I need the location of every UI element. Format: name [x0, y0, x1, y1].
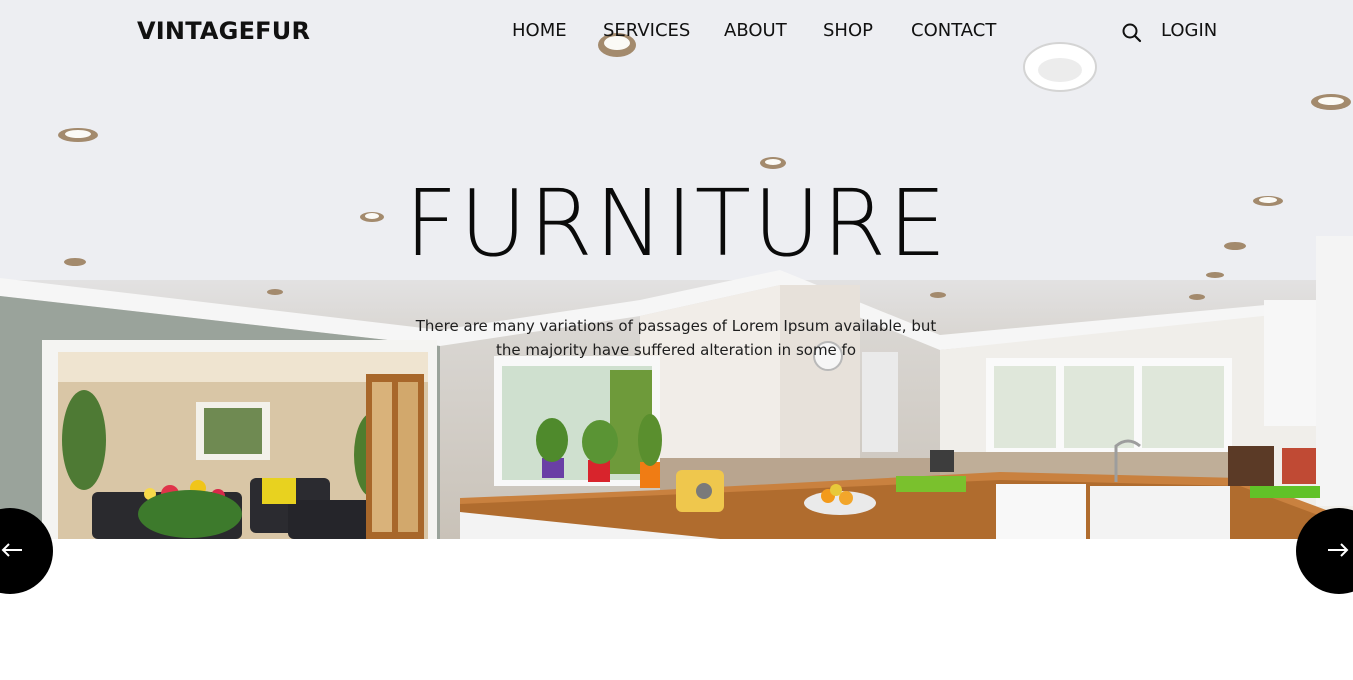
hero-title: FURNITURE: [404, 170, 949, 277]
nav-item-about[interactable]: ABOUT: [724, 20, 787, 41]
nav-item-contact[interactable]: CONTACT: [911, 20, 996, 41]
nav-item-services[interactable]: SERVICES: [603, 20, 690, 41]
arrow-right-icon: [1328, 543, 1349, 557]
hero-subtitle-line-2: the majority have suffered alteration in…: [495, 341, 857, 359]
brand-logo[interactable]: VINTAGEFUR: [137, 17, 310, 45]
hero-subtitle-line-1: There are many variations of passages of…: [415, 317, 937, 335]
nav-item-home[interactable]: HOME: [512, 20, 567, 41]
nav-item-shop[interactable]: SHOP: [823, 20, 873, 41]
search-icon[interactable]: [1121, 22, 1143, 44]
hero-subtitle: There are many variations of passages of…: [396, 314, 956, 362]
hero-banner: VINTAGEFUR HOME SERVICES ABOUT SHOP CONT…: [0, 0, 1353, 539]
login-link[interactable]: LOGIN: [1161, 20, 1217, 41]
arrow-left-icon: [1, 543, 22, 557]
